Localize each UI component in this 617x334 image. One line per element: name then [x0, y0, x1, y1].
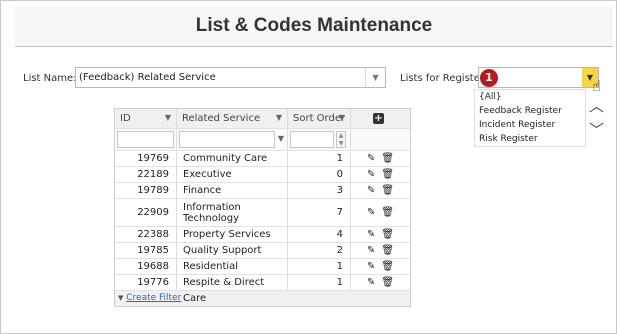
pencil-icon[interactable]: ✎: [367, 167, 375, 183]
column-header-label: ID: [120, 113, 131, 124]
filter-row: ▼ ▲ ▼: [115, 129, 410, 151]
list-name-select[interactable]: (Feedback) Related Service ▼: [75, 67, 386, 88]
codes-grid: ID ▼ Related Service ▼ Sort Order ▼ + ▼: [114, 108, 411, 307]
cell-id: 19769: [115, 151, 177, 166]
cell-id: 22388: [115, 227, 177, 242]
scroll-up-icon[interactable]: ︿: [589, 95, 604, 116]
cell-id: 19776: [115, 275, 177, 290]
title-bar: List & Codes Maintenance: [15, 7, 613, 47]
window-frame: List & Codes Maintenance List Name: (Fee…: [0, 0, 617, 334]
cell-sort-order: 0: [288, 167, 351, 182]
column-header-label: Related Service: [182, 113, 261, 124]
trash-icon[interactable]: 🗑: [381, 167, 394, 183]
table-row[interactable]: 19776 Respite & Direct Care 1 ✎ 🗑: [115, 275, 410, 304]
pencil-icon[interactable]: ✎: [367, 199, 375, 227]
table-row[interactable]: 19789 Finance 3 ✎ 🗑: [115, 183, 410, 199]
list-name-value: (Feedback) Related Service: [79, 72, 216, 83]
cell-sort-order: 7: [288, 199, 351, 226]
hand-cursor-icon: ☝: [592, 77, 602, 95]
cell-related-service: Community Care: [177, 151, 288, 166]
funnel-icon[interactable]: ▼: [276, 113, 282, 122]
cell-related-service: Finance: [177, 183, 288, 198]
cell-id: 19785: [115, 243, 177, 258]
plus-icon[interactable]: +: [373, 113, 384, 124]
table-row[interactable]: 22189 Executive 0 ✎ 🗑: [115, 167, 410, 183]
grid-header: ID ▼ Related Service ▼ Sort Order ▼ +: [115, 109, 410, 129]
grid-footer: ▼ Create Filter: [115, 291, 410, 306]
column-header-actions: +: [351, 109, 410, 128]
table-row[interactable]: 19785 Quality Support 2 ✎ 🗑: [115, 243, 410, 259]
pencil-icon[interactable]: ✎: [367, 227, 375, 243]
page-title: List & Codes Maintenance: [195, 15, 433, 36]
register-option-all[interactable]: {All}: [475, 90, 585, 104]
cell-id: 22909: [115, 199, 177, 226]
pencil-icon[interactable]: ✎: [367, 183, 375, 199]
table-row[interactable]: 22388 Property Services 4 ✎ 🗑: [115, 227, 410, 243]
cell-related-service: Respite & Direct Care: [177, 275, 288, 304]
cell-sort-order: 1: [288, 151, 351, 166]
sort-order-stepper[interactable]: ▲ ▼: [336, 131, 346, 148]
step-badge: 1: [480, 69, 498, 87]
funnel-icon[interactable]: ▼: [339, 113, 345, 122]
trash-icon[interactable]: 🗑: [381, 275, 394, 291]
cell-id: 19789: [115, 183, 177, 198]
cell-related-service: Executive: [177, 167, 288, 182]
cell-id: 19688: [115, 259, 177, 274]
pencil-icon[interactable]: ✎: [367, 259, 375, 275]
related-service-filter-input[interactable]: [179, 131, 275, 148]
list-name-label: List Name:: [23, 73, 77, 84]
table-row[interactable]: 19769 Community Care 1 ✎ 🗑: [115, 151, 410, 167]
cell-related-service: Quality Support: [177, 243, 288, 258]
trash-icon[interactable]: 🗑: [381, 199, 394, 227]
pencil-icon[interactable]: ✎: [367, 275, 375, 291]
pencil-icon[interactable]: ✎: [367, 243, 375, 259]
cell-sort-order: 3: [288, 183, 351, 198]
register-option-feedback[interactable]: Feedback Register: [475, 104, 585, 118]
column-header-id[interactable]: ID ▼: [115, 109, 177, 128]
chevron-down-icon[interactable]: ▼: [365, 68, 385, 87]
register-option-incident[interactable]: Incident Register: [475, 118, 585, 132]
cell-related-service: Residential: [177, 259, 288, 274]
register-listbox[interactable]: {All} Feedback Register Incident Registe…: [474, 89, 586, 147]
cell-sort-order: 4: [288, 227, 351, 242]
trash-icon[interactable]: 🗑: [381, 227, 394, 243]
cell-sort-order: 1: [288, 275, 351, 290]
trash-icon[interactable]: 🗑: [381, 151, 394, 167]
scroll-down-icon[interactable]: ﹀: [589, 119, 604, 140]
lists-for-register-label: Lists for Register:: [400, 73, 488, 84]
cell-related-service: Property Services: [177, 227, 288, 242]
trash-icon[interactable]: 🗑: [381, 259, 394, 275]
cell-related-service: Information Technology: [177, 199, 288, 226]
cell-sort-order: 1: [288, 259, 351, 274]
column-header-related-service[interactable]: Related Service ▼: [177, 109, 288, 128]
table-row[interactable]: 19688 Residential 1 ✎ 🗑: [115, 259, 410, 275]
funnel-icon[interactable]: ▼: [165, 113, 171, 122]
funnel-icon: ▼: [118, 294, 124, 302]
cell-id: 22189: [115, 167, 177, 182]
create-filter-link[interactable]: Create Filter: [126, 293, 181, 303]
register-option-risk[interactable]: Risk Register: [475, 132, 585, 146]
table-row[interactable]: 22909 Information Technology 7 ✎ 🗑: [115, 199, 410, 227]
trash-icon[interactable]: 🗑: [381, 183, 394, 199]
funnel-icon[interactable]: ▼: [278, 134, 284, 143]
pencil-icon[interactable]: ✎: [367, 151, 375, 167]
cell-sort-order: 2: [288, 243, 351, 258]
column-header-label: Sort Order: [293, 113, 346, 124]
column-header-sort-order[interactable]: Sort Order ▼: [288, 109, 351, 128]
sort-order-filter-input[interactable]: [290, 131, 334, 148]
id-filter-input[interactable]: [117, 131, 174, 148]
trash-icon[interactable]: 🗑: [381, 243, 394, 259]
